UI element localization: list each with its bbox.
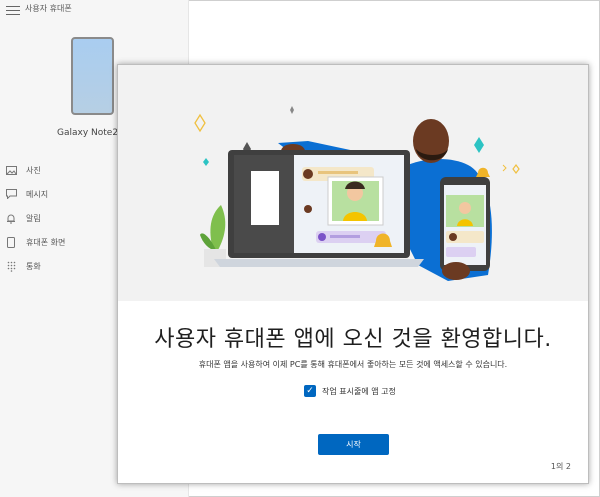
page-indicator: 1의 2 <box>550 462 571 471</box>
hamburger-menu-icon[interactable] <box>6 6 20 16</box>
start-button[interactable]: 시작 <box>318 434 389 455</box>
dialog-headline: 사용자 휴대폰 앱에 오신 것을 환영합니다. <box>154 327 552 352</box>
sidebar-item-label: 알림 <box>26 213 41 223</box>
sidebar-item-label: 휴대폰 화면 <box>26 237 66 247</box>
sidebar-item-label: 사진 <box>26 165 41 175</box>
welcome-dialog: 사용자 휴대폰 앱에 오신 것을 환영합니다. 휴대폰 앱을 사용하여 이제 P… <box>117 64 589 484</box>
pin-to-taskbar-option[interactable]: ✓ 작업 표시줄에 앱 고정 <box>304 385 396 397</box>
dialpad-icon <box>5 260 17 272</box>
phone-image <box>71 37 114 115</box>
app-title: 사용자 휴대폰 <box>25 4 72 13</box>
welcome-illustration <box>194 106 520 281</box>
message-icon <box>5 188 17 200</box>
dialog-subtext: 휴대폰 앱을 사용하여 이제 PC를 통해 휴대폰에서 좋아하는 모든 것에 액… <box>198 360 508 369</box>
hero-illustration <box>118 65 588 301</box>
bell-icon <box>5 212 17 224</box>
pin-checkbox[interactable]: ✓ <box>304 385 316 397</box>
pin-label: 작업 표시줄에 앱 고정 <box>322 386 396 396</box>
device-name: Galaxy Note20 <box>57 128 124 138</box>
phone-screen-icon <box>5 236 17 248</box>
photo-icon <box>5 164 17 176</box>
sidebar-item-label: 메시지 <box>26 189 49 199</box>
sidebar-item-label: 통화 <box>26 261 41 271</box>
